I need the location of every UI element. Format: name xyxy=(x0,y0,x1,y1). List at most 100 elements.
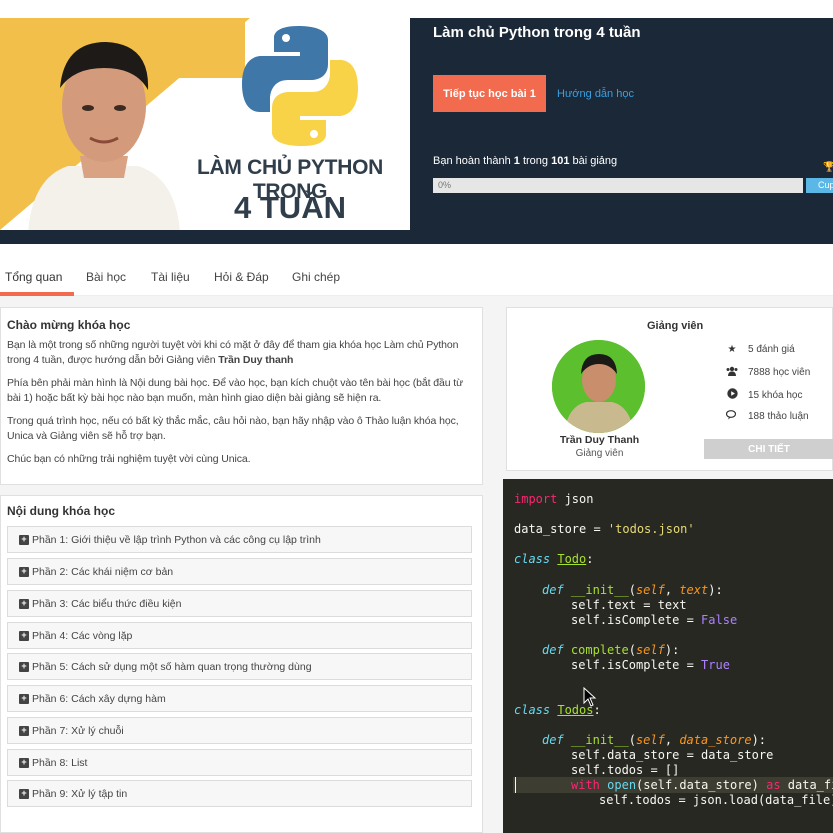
code-token: ): xyxy=(751,733,767,747)
tab-qa[interactable]: Hỏi & Đáp xyxy=(214,270,269,284)
study-guide-link[interactable]: Hướng dẫn học xyxy=(557,88,634,100)
tab-overview[interactable]: Tổng quan xyxy=(5,270,62,284)
progress-prefix: Bạn hoàn thành xyxy=(433,155,511,167)
text-caret xyxy=(515,777,516,793)
tab-notes[interactable]: Ghi chép xyxy=(292,270,340,284)
plus-square-icon: + xyxy=(19,598,29,609)
code-token: self xyxy=(635,733,665,747)
code-token: data_store = xyxy=(514,522,608,536)
section-label: Phần 4: Các vòng lặp xyxy=(32,629,133,642)
progress-completed: 1 xyxy=(513,155,520,167)
section-item[interactable]: + Phần 3: Các biểu thức điều kiện xyxy=(7,590,472,617)
plus-square-icon: + xyxy=(19,661,29,672)
continue-lesson-button[interactable]: Tiếp tục học bài 1 xyxy=(433,75,546,112)
section-item[interactable]: + Phần 2: Các khái niệm cơ bản xyxy=(7,558,472,585)
section-item[interactable]: + Phần 8: List xyxy=(7,749,472,776)
code-token: class xyxy=(514,552,551,566)
code-line: self.isComplete = True xyxy=(571,658,730,672)
section-item[interactable]: + Phần 5: Cách sử dụng một số hàm quan tr… xyxy=(7,653,472,680)
code-token: data_fi xyxy=(780,778,833,792)
code-line: self.isComplete = False xyxy=(571,613,737,627)
code-token: open xyxy=(607,778,637,792)
code-token: json xyxy=(557,492,594,506)
welcome-paragraph-3: Trong quá trình học, nếu có bất kỳ thắc … xyxy=(7,415,459,442)
code-token: with xyxy=(571,778,600,792)
star-icon: ★ xyxy=(727,344,737,355)
welcome-instructor-name: Trần Duy thanh xyxy=(218,354,294,366)
python-logo-icon xyxy=(242,26,358,146)
section-label: Phần 9: Xử lý tập tin xyxy=(32,787,128,800)
section-item[interactable]: + Phần 7: Xử lý chuỗi xyxy=(7,717,472,744)
instructor-detail-button[interactable]: CHI TIẾT xyxy=(704,439,833,459)
code-line: def __init__(self, data_store): xyxy=(542,733,766,747)
section-item[interactable]: + Phần 6: Cách xây dựng hàm xyxy=(7,685,472,712)
code-line: def __init__(self, text): xyxy=(542,583,723,597)
section-label: Phần 1: Giới thiệu về lập trình Python v… xyxy=(32,533,321,546)
stat-label: 188 thảo luận xyxy=(748,411,809,422)
stat-label: 7888 học viên xyxy=(748,367,811,378)
course-header: LÀM CHỦ PYTHON TRONG 4 TUẦN Làm chủ Pyth… xyxy=(0,18,833,244)
code-line: import json xyxy=(514,492,593,506)
welcome-panel: Chào mừng khóa học Bạn là một trong số n… xyxy=(0,307,483,485)
stat-label: 15 khóa học xyxy=(748,389,803,401)
plus-square-icon: + xyxy=(19,630,29,641)
tab-lessons[interactable]: Bài học xyxy=(86,270,126,284)
section-item[interactable]: + Phần 1: Giới thiệu về lập trình Python … xyxy=(7,526,472,553)
code-token: def xyxy=(542,643,564,657)
code-line: class Todo: xyxy=(514,552,594,566)
code-token: , xyxy=(664,583,680,597)
cup-button[interactable]: Cup xyxy=(806,178,833,193)
code-token: : xyxy=(586,552,594,566)
plus-square-icon: + xyxy=(19,693,29,704)
code-token: self xyxy=(635,643,665,657)
section-item[interactable]: + Phần 9: Xử lý tập tin xyxy=(7,780,472,807)
progress-middle: trong xyxy=(522,155,549,167)
users-icon xyxy=(725,366,739,379)
section-item[interactable]: + Phần 4: Các vòng lặp xyxy=(7,622,472,649)
plus-square-icon: + xyxy=(19,788,29,799)
code-line: with open(self.data_store) as data_fi xyxy=(571,778,833,792)
code-token: import xyxy=(514,492,558,506)
code-token: self.isComplete = xyxy=(571,658,702,672)
thumbnail-title-line2: 4 TUẦN xyxy=(234,190,346,225)
code-token: , xyxy=(664,733,680,747)
section-label: Phần 5: Cách sử dụng một số hàm quan trọ… xyxy=(32,660,312,673)
progress-suffix: bài giảng xyxy=(572,155,618,167)
instructor-avatar[interactable] xyxy=(552,340,645,433)
section-label: Phần 7: Xử lý chuỗi xyxy=(32,724,124,737)
code-token: True xyxy=(701,658,730,672)
welcome-paragraph-2: Phía bên phải màn hình là Nội dung bài h… xyxy=(7,377,464,404)
progress-summary: Bạn hoàn thành 1 trong 101 bài giảng xyxy=(433,155,617,167)
code-token: def xyxy=(542,583,564,597)
plus-square-icon: + xyxy=(19,757,29,768)
contents-title: Nội dung khóa học xyxy=(7,504,115,518)
instructor-name[interactable]: Trần Duy Thanh xyxy=(507,434,692,446)
course-contents-panel: Nội dung khóa học + Phần 1: Giới thiệu về… xyxy=(0,495,483,833)
code-token: Todo xyxy=(557,552,587,566)
stat-reviews: ★ 5 đánh giá xyxy=(725,344,795,355)
welcome-paragraph-1: Bạn là một trong số những người tuyệt vờ… xyxy=(7,338,476,368)
code-line: def complete(self): xyxy=(542,643,679,657)
section-label: Phần 2: Các khái niệm cơ bản xyxy=(32,565,174,578)
code-line: self.todos = json.load(data_file) xyxy=(599,793,833,807)
course-tabs: Tổng quan Bài học Tài liệu Hỏi & Đáp Ghi… xyxy=(0,258,833,296)
stat-discussions: 188 thảo luận xyxy=(725,410,809,423)
plus-square-icon: + xyxy=(19,566,29,577)
instructor-role: Giảng viên xyxy=(575,448,624,459)
instructor-avatar-icon xyxy=(552,340,645,433)
play-circle-icon xyxy=(725,388,739,402)
stat-label: 5 đánh giá xyxy=(748,344,795,355)
code-token: 'todos.json' xyxy=(607,522,695,536)
code-token: class xyxy=(514,703,551,717)
course-thumbnail: LÀM CHỦ PYTHON TRONG 4 TUẦN xyxy=(0,18,410,230)
mouse-cursor-icon xyxy=(583,687,597,707)
plus-square-icon: + xyxy=(19,534,29,545)
code-token: ( xyxy=(628,733,636,747)
code-token: __init__ xyxy=(570,733,629,747)
welcome-title: Chào mừng khóa học xyxy=(7,318,131,332)
comments-icon xyxy=(725,410,739,423)
progress-total: 101 xyxy=(551,155,570,167)
course-title: Làm chủ Python trong 4 tuần xyxy=(433,24,641,41)
code-token: ( xyxy=(628,583,636,597)
tab-documents[interactable]: Tài liệu xyxy=(151,270,190,284)
